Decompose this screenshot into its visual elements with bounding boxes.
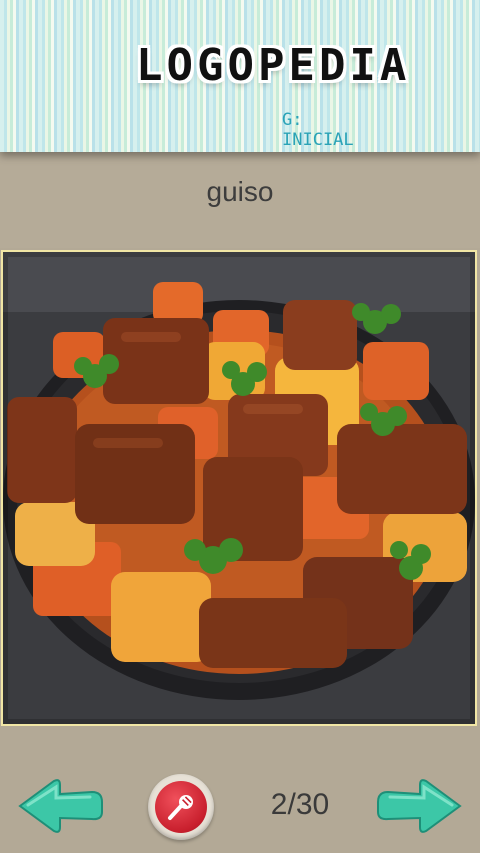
progress-counter: 2/30: [270, 788, 330, 821]
record-button[interactable]: [148, 774, 214, 840]
next-button[interactable]: [376, 778, 462, 834]
target-word: guiso: [206, 176, 274, 207]
category-subtitle: G: INICIAL: [282, 110, 354, 150]
app-logo: LOGOPEDIA: [136, 40, 411, 91]
food-photo: [1, 250, 477, 726]
app-header: LOGOPEDIA G: INICIAL: [0, 0, 480, 152]
microphone-icon: [155, 781, 207, 833]
previous-button[interactable]: [18, 778, 104, 834]
arrow-left-icon: [18, 779, 103, 833]
arrow-right-icon: [377, 779, 462, 833]
